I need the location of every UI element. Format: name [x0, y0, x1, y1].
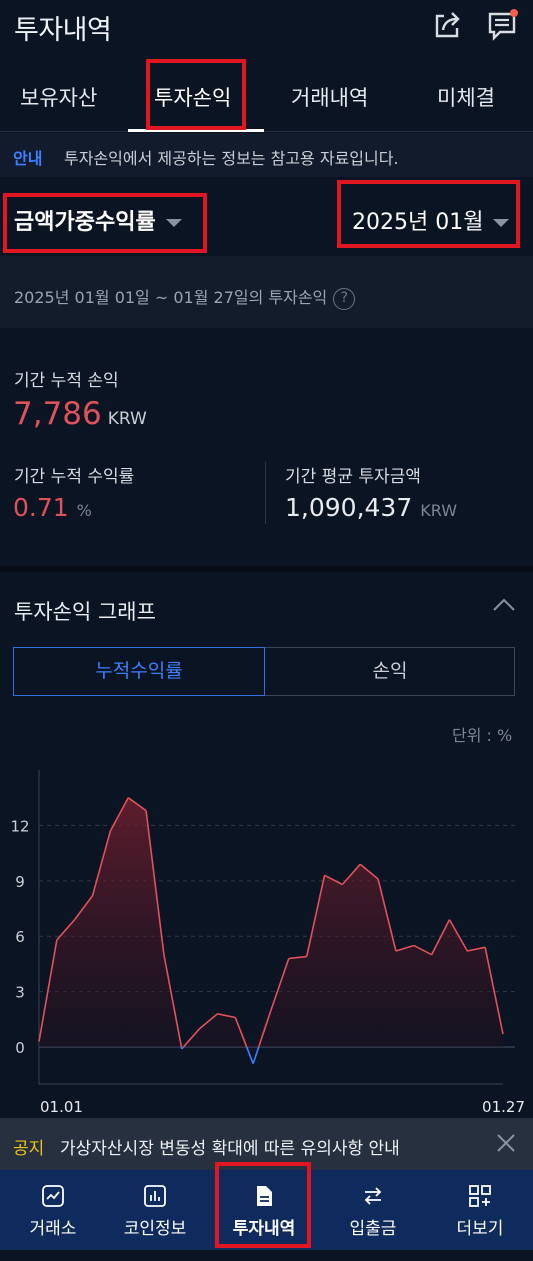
- month-dropdown[interactable]: 2025년 01월: [352, 204, 510, 236]
- metric-dropdown-value: 금액가중수익률: [14, 210, 156, 235]
- avg-invest-value: 1,090,437: [285, 493, 413, 522]
- tab-trade-history[interactable]: 거래내역: [291, 82, 368, 112]
- app-header: 투자내역: [0, 0, 533, 56]
- tab-open-orders[interactable]: 미체결: [437, 82, 495, 112]
- nav-label: 투자내역: [232, 1219, 296, 1239]
- y-tick-label: 0: [15, 1039, 25, 1057]
- series-line-segment: [245, 1046, 254, 1064]
- y-tick-label: 3: [15, 984, 25, 1002]
- cum-rate-label: 기간 누적 수익률: [14, 467, 135, 487]
- period-text: 2025년 01월 01일 ~ 01월 27일의 투자손익: [14, 288, 328, 307]
- graph-title: 투자손익 그래프: [14, 600, 156, 624]
- pnl-chart: 0 3 6 9 12 01.01 01.27: [0, 752, 533, 1122]
- segment-cumulative-return[interactable]: 누적수익률: [13, 647, 265, 696]
- nav-investment-history[interactable]: 투자내역: [211, 1170, 317, 1250]
- tab-bar: 보유자산 투자손익 거래내역 미체결: [0, 60, 533, 132]
- tab-holdings[interactable]: 보유자산: [20, 82, 97, 112]
- help-icon[interactable]: ?: [333, 287, 356, 310]
- series-line-segment: [252, 1046, 260, 1064]
- message-icon[interactable]: [486, 8, 520, 42]
- announcement-text[interactable]: 가상자산시장 변동성 확대에 따른 유의사항 안내: [60, 1134, 400, 1159]
- y-tick-label: 6: [15, 928, 25, 946]
- metric-dropdown[interactable]: 금액가중수익률: [14, 204, 182, 236]
- segment-pnl[interactable]: 손익: [265, 648, 515, 695]
- nav-label: 코인정보: [123, 1219, 187, 1239]
- pnl-chart-svg: 0 3 6 9 12 01.01 01.27: [10, 770, 525, 1116]
- notice-tag: 안내: [13, 149, 43, 168]
- month-dropdown-value: 2025년 01월: [352, 210, 484, 235]
- nav-label: 거래소: [29, 1219, 77, 1239]
- transfer-arrows-icon: [364, 1187, 382, 1205]
- graph-segment-control: 누적수익률 손익: [13, 647, 515, 696]
- nav-exchange[interactable]: 거래소: [0, 1170, 106, 1250]
- nav-coin-info[interactable]: 코인정보: [102, 1170, 208, 1250]
- nav-more[interactable]: 더보기: [427, 1170, 533, 1250]
- graph-header[interactable]: 투자손익 그래프: [0, 572, 533, 644]
- cum-rate-unit: %: [76, 501, 92, 520]
- notification-dot: [510, 9, 518, 17]
- caret-down-icon: [165, 219, 182, 227]
- caret-down-icon: [493, 219, 510, 227]
- share-icon[interactable]: [430, 8, 464, 42]
- active-tab-indicator: [128, 129, 264, 132]
- pnl-summary: 기간 누적 손익 7,786 KRW 기간 누적 수익률 0.71% 기간 평균 …: [0, 330, 533, 566]
- y-tick-label: 12: [10, 817, 29, 835]
- bar-chart-icon: [144, 1185, 166, 1207]
- cum-rate-value: 0.71: [13, 493, 69, 522]
- period-banner: 2025년 01월 01일 ~ 01월 27일의 투자손익?: [0, 256, 533, 328]
- notice-text: 투자손익에서 제공하는 정보는 참고용 자료입니다.: [64, 149, 399, 168]
- x-tick-label: 01.01: [40, 1098, 83, 1116]
- bottom-navigation: 거래소 코인정보 투자내역 입출금 더보기: [0, 1170, 533, 1261]
- nav-label: 더보기: [456, 1219, 504, 1239]
- avg-invest-label: 기간 평균 투자금액: [285, 467, 421, 487]
- nav-label: 입출금: [349, 1219, 397, 1239]
- cum-pl-label: 기간 누적 손익: [14, 371, 119, 391]
- chart-unit-label: 단위 : %: [452, 726, 513, 745]
- nav-deposit-withdraw[interactable]: 입출금: [320, 1170, 426, 1250]
- grid-plus-icon: [469, 1185, 491, 1207]
- cum-pl-unit: KRW: [107, 409, 147, 429]
- tab-pnl[interactable]: 투자손익: [154, 82, 231, 112]
- info-notice: 안내 투자손익에서 제공하는 정보는 참고용 자료입니다.: [0, 133, 533, 177]
- nav-safe-area: [0, 1250, 533, 1261]
- announcement-bar[interactable]: 공지 가상자산시장 변동성 확대에 따른 유의사항 안내: [0, 1118, 533, 1170]
- exchange-chart-icon: [42, 1185, 64, 1207]
- close-icon[interactable]: [495, 1132, 517, 1154]
- cum-pl-value: 7,786: [13, 396, 102, 432]
- divider: [265, 462, 266, 524]
- page-title: 투자내역: [14, 15, 112, 46]
- document-icon: [257, 1186, 272, 1206]
- avg-invest-unit: KRW: [420, 501, 458, 520]
- chevron-up-icon[interactable]: [493, 598, 515, 612]
- filter-row: 금액가중수익률 2025년 01월: [0, 178, 533, 256]
- announcement-tag: 공지: [13, 1139, 45, 1159]
- y-tick-label: 9: [15, 873, 25, 891]
- x-tick-label: 01.27: [482, 1098, 525, 1116]
